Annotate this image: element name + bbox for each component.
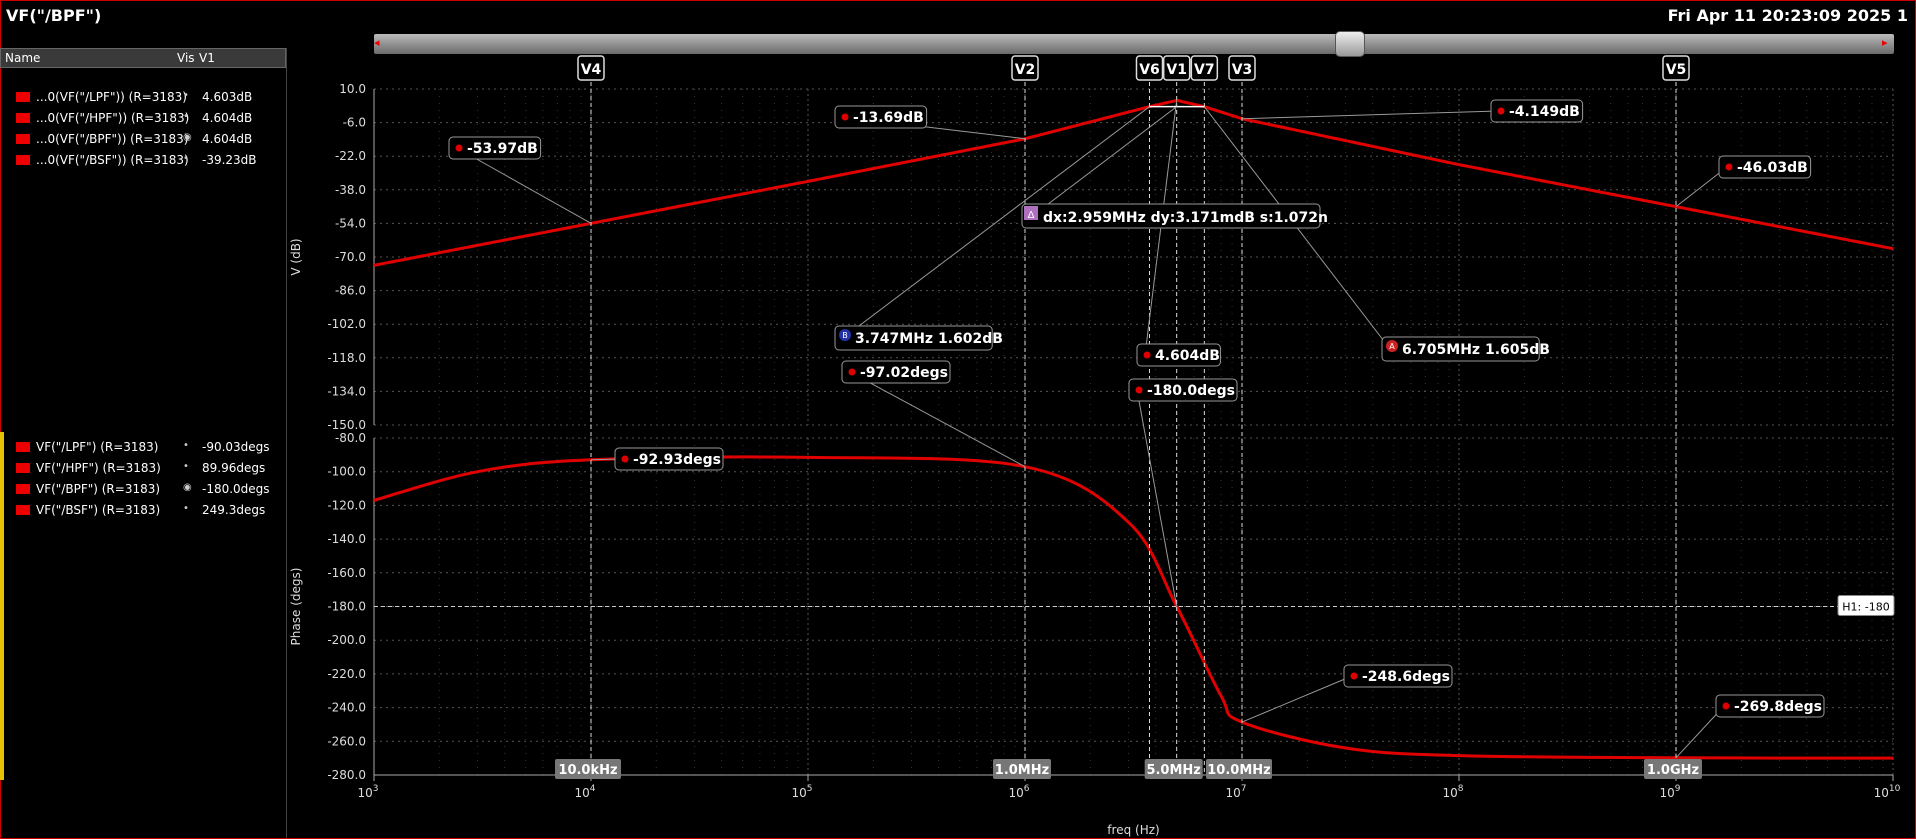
callout-dot-icon [621, 455, 629, 463]
x-tick-label: 103 [357, 784, 378, 800]
callout-leader [1241, 675, 1353, 723]
vertical-marker-label: V6 [1139, 62, 1160, 78]
marker-freq-label: 1.0GHz [1647, 763, 1699, 778]
y-tick-label: -118.0 [327, 351, 366, 365]
y-tick-label: -22.0 [335, 149, 366, 163]
x-axis-label: freq (Hz) [1107, 823, 1159, 837]
callout-dot-icon [1143, 351, 1151, 359]
vertical-marker-label: V3 [1232, 62, 1253, 78]
y-tick-label: -86.0 [335, 284, 366, 298]
point-badge-letter: A [1389, 342, 1395, 351]
callout-dot-icon [848, 368, 856, 376]
mag-y-axis-label: V (dB) [289, 238, 303, 275]
phase-value-label: -180.0degs [1147, 383, 1235, 399]
phase-value-label: -269.8degs [1734, 699, 1822, 715]
callout-dot-icon [455, 144, 463, 152]
callout-dot-icon [1135, 386, 1143, 394]
phase-trace[interactable] [373, 455, 1894, 760]
x-tick-label: 108 [1442, 784, 1463, 800]
point-b-label: 3.747MHz 1.602dB [855, 331, 1003, 347]
vertical-marker-label: V5 [1666, 62, 1687, 78]
callout-dot-icon [841, 113, 849, 121]
callout-leader [1136, 389, 1178, 607]
mag-value-label: -13.69dB [853, 110, 924, 126]
marker-freq-label: 5.0MHz [1146, 763, 1200, 778]
marker-freq-label: 1.0MHz [995, 763, 1049, 778]
phase-value-label: -248.6degs [1362, 669, 1450, 685]
magnitude-trace[interactable] [373, 98, 1894, 267]
y-tick-label: -160.0 [327, 566, 366, 580]
delta-leader [1034, 106, 1177, 215]
callout-leader [1241, 110, 1500, 120]
phase-value-label: -97.02degs [860, 365, 948, 381]
mag-value-label: 4.604dB [1155, 348, 1220, 364]
delta-label: dx:2.959MHz dy:3.171mdB s:1.072n [1043, 210, 1328, 226]
y-tick-label: -54.0 [335, 216, 366, 230]
callout-dot-icon [1725, 163, 1733, 171]
y-tick-label: -70.0 [335, 250, 366, 264]
x-tick-label: 107 [1225, 784, 1246, 800]
mag-value-label: -46.03dB [1737, 160, 1808, 176]
callout-dot-icon [1722, 702, 1730, 710]
x-tick-label: 109 [1659, 784, 1680, 800]
callout-dot-icon [1497, 107, 1505, 115]
y-tick-label: -240.0 [327, 701, 366, 715]
x-tick-label: 1010 [1874, 784, 1901, 800]
delta-badge-letter: Δ [1028, 210, 1035, 221]
vertical-marker-label: V4 [581, 62, 602, 78]
y-tick-label: -280.0 [327, 768, 366, 782]
y-tick-label: -38.0 [335, 183, 366, 197]
y-tick-label: -80.0 [335, 431, 366, 445]
callout-leader [849, 371, 1026, 468]
vertical-marker-label: V1 [1166, 62, 1187, 78]
callout-dot-icon [1350, 672, 1358, 680]
y-tick-label: -220.0 [327, 667, 366, 681]
y-tick-label: -120.0 [327, 498, 366, 512]
x-tick-label: 106 [1008, 784, 1029, 800]
vertical-marker-label: V7 [1194, 62, 1215, 78]
marker-freq-label: 10.0MHz [1207, 763, 1270, 778]
phase-y-axis-label: Phase (degs) [289, 568, 303, 646]
point-badge-letter: B [842, 331, 848, 340]
y-tick-label: -180.0 [327, 600, 366, 614]
y-tick-label: 10.0 [339, 82, 366, 96]
bode-plot[interactable]: 10.0 -6.0 -22.0 -38.0 -54.0 -70.0 -86.0 -102.0 -… [0, 0, 1916, 839]
y-tick-label: -260.0 [327, 734, 366, 748]
y-tick-label: -140.0 [327, 532, 366, 546]
mag-value-label: -53.97dB [467, 141, 538, 157]
mag-value-label: -4.149dB [1509, 104, 1580, 120]
phase-value-label: -92.93degs [633, 452, 721, 468]
y-tick-label: -134.0 [327, 384, 366, 398]
marker-freq-label: 10.0kHz [558, 763, 617, 778]
x-tick-label: 104 [574, 784, 595, 800]
y-tick-label: -6.0 [343, 116, 366, 130]
y-tick-label: -150.0 [327, 418, 366, 432]
point-a-label: 6.705MHz 1.605dB [1402, 342, 1550, 358]
y-tick-label: -100.0 [327, 465, 366, 479]
vertical-marker-label: V2 [1015, 62, 1036, 78]
x-tick-label: 105 [791, 784, 812, 800]
y-tick-label: -200.0 [327, 633, 366, 647]
h1-marker-label: H1: -180 [1842, 601, 1889, 614]
y-tick-label: -102.0 [327, 317, 366, 331]
